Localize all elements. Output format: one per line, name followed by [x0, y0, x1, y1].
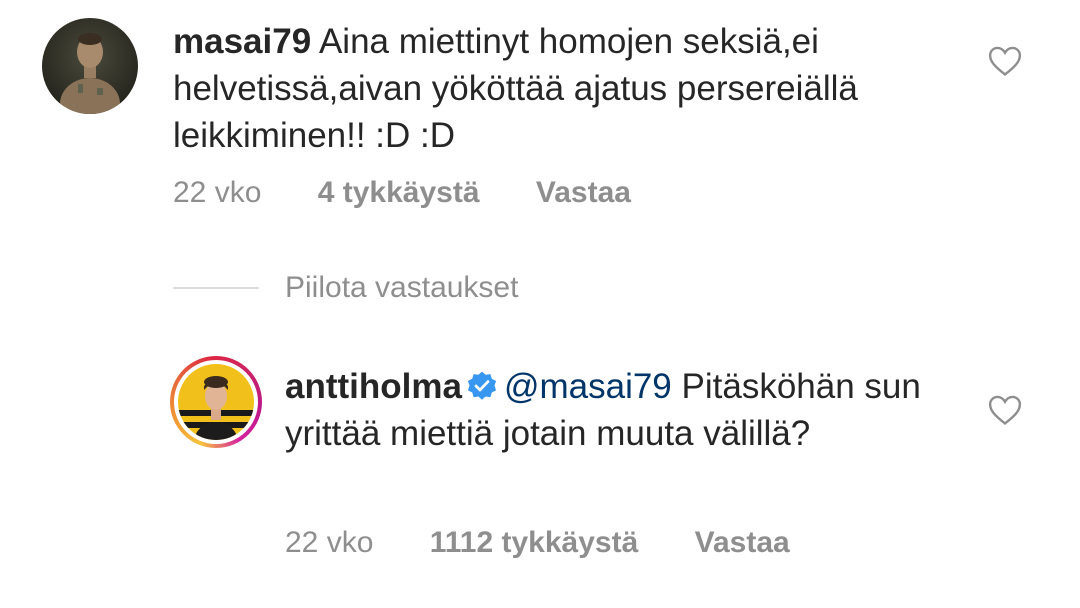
like-heart-icon[interactable] — [988, 394, 1022, 426]
like-heart-icon[interactable] — [988, 45, 1022, 77]
mention-link[interactable]: @masai79 — [504, 367, 672, 406]
comment-username[interactable]: anttiholma — [285, 367, 462, 406]
story-ring[interactable] — [170, 356, 262, 448]
comment-text: anttiholma @masai79 Pitäsköhän sun yritt… — [285, 363, 965, 457]
profile-photo-icon — [178, 364, 254, 440]
comment-time: 22 vko — [285, 526, 374, 559]
profile-photo-icon — [42, 18, 138, 114]
hide-replies-toggle[interactable]: Piilota vastaukset — [173, 268, 518, 308]
reply-button[interactable]: Vastaa — [695, 526, 790, 559]
replies-divider — [173, 287, 259, 289]
likes-count-link[interactable]: 4 tykkäystä — [318, 176, 480, 209]
comment-meta: 22 vko 1112 tykkäystä Vastaa — [285, 526, 838, 560]
comment-username[interactable]: masai79 — [173, 22, 311, 61]
avatar-anttiholma — [178, 364, 254, 440]
comment-time: 22 vko — [173, 176, 262, 209]
avatar-masai79[interactable] — [42, 18, 138, 114]
reply-button[interactable]: Vastaa — [536, 176, 631, 209]
hide-replies-label: Piilota vastaukset — [285, 271, 519, 304]
likes-count-link[interactable]: 1112 tykkäystä — [430, 526, 639, 559]
verified-badge-icon — [467, 371, 497, 400]
comment-text: masai79 Aina miettinyt homojen seksiä,ei… — [173, 18, 953, 159]
comment-meta: 22 vko 4 tykkäystä Vastaa — [173, 176, 679, 210]
